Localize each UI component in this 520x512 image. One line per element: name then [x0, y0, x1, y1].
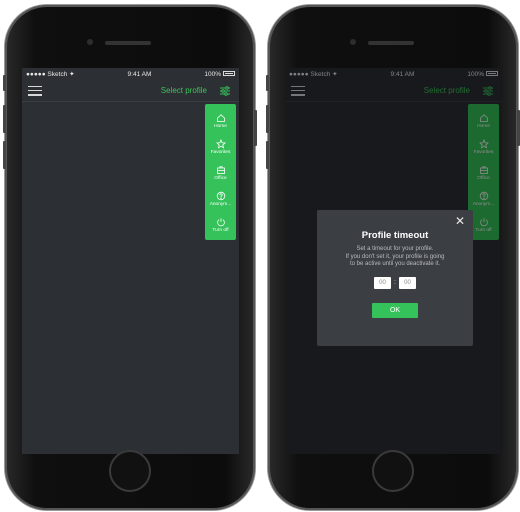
volume-down-button: [266, 141, 269, 169]
volume-up-button: [266, 105, 269, 133]
profile-timeout-dialog: ✕ Profile timeout Set a timeout for your…: [317, 210, 473, 346]
menu-item-home[interactable]: Home: [205, 108, 236, 134]
earpiece-speaker: [105, 41, 151, 45]
home-button[interactable]: [372, 450, 414, 492]
star-icon: [215, 139, 226, 149]
minutes-input[interactable]: 00: [398, 276, 416, 289]
mute-switch: [3, 75, 6, 91]
question-icon: [216, 191, 225, 201]
volume-down-button: [3, 141, 6, 169]
power-button: [254, 110, 257, 146]
home-button[interactable]: [109, 450, 151, 492]
carrier-label: ●●●●● Sketch ✦: [26, 71, 75, 78]
mute-switch: [266, 75, 269, 91]
menu-item-turn-off[interactable]: Turn off: [205, 212, 236, 238]
menu-item-favorites[interactable]: Favorites: [205, 134, 236, 160]
wifi-icon: ✦: [69, 71, 75, 78]
phone-left: ●●●●● Sketch ✦ 9:41 AM 100% Select profi…: [3, 5, 257, 510]
dialog-title: Profile timeout: [361, 230, 429, 241]
status-bar: ●●●●● Sketch ✦ 9:41 AM 100%: [22, 68, 239, 80]
home-icon: [216, 114, 225, 122]
briefcase-icon: [216, 166, 225, 174]
clock: 9:41 AM: [127, 70, 152, 78]
timeout-picker: 00 : 00: [317, 276, 473, 289]
close-icon[interactable]: ✕: [455, 215, 465, 227]
sliders-icon[interactable]: [217, 83, 233, 99]
battery-indicator: 100%: [204, 71, 235, 78]
menu-item-office[interactable]: Office: [205, 160, 236, 186]
profile-menu: Home Favorites Office Anonym... Turn off: [205, 104, 236, 240]
select-profile-link[interactable]: Select profile: [161, 86, 207, 95]
volume-up-button: [3, 105, 6, 133]
menu-item-anonymous[interactable]: Anonym...: [205, 186, 236, 212]
earpiece-speaker: [368, 41, 414, 45]
hamburger-menu-icon[interactable]: [28, 85, 42, 96]
screen: ●●●●● Sketch ✦ 9:41 AM 100% Select profi…: [285, 68, 502, 454]
time-separator: :: [394, 279, 396, 286]
ok-button[interactable]: OK: [372, 302, 418, 318]
screen: ●●●●● Sketch ✦ 9:41 AM 100% Select profi…: [22, 68, 239, 454]
power-icon: [216, 218, 225, 227]
front-camera: [87, 39, 93, 45]
navbar: Select profile: [22, 80, 239, 102]
battery-icon: [223, 71, 235, 77]
hours-input[interactable]: 00: [374, 276, 392, 289]
front-camera: [350, 39, 356, 45]
phone-right: ●●●●● Sketch ✦ 9:41 AM 100% Select profi…: [266, 5, 520, 510]
dialog-description: Set a timeout for your profile. If you d…: [345, 246, 445, 267]
